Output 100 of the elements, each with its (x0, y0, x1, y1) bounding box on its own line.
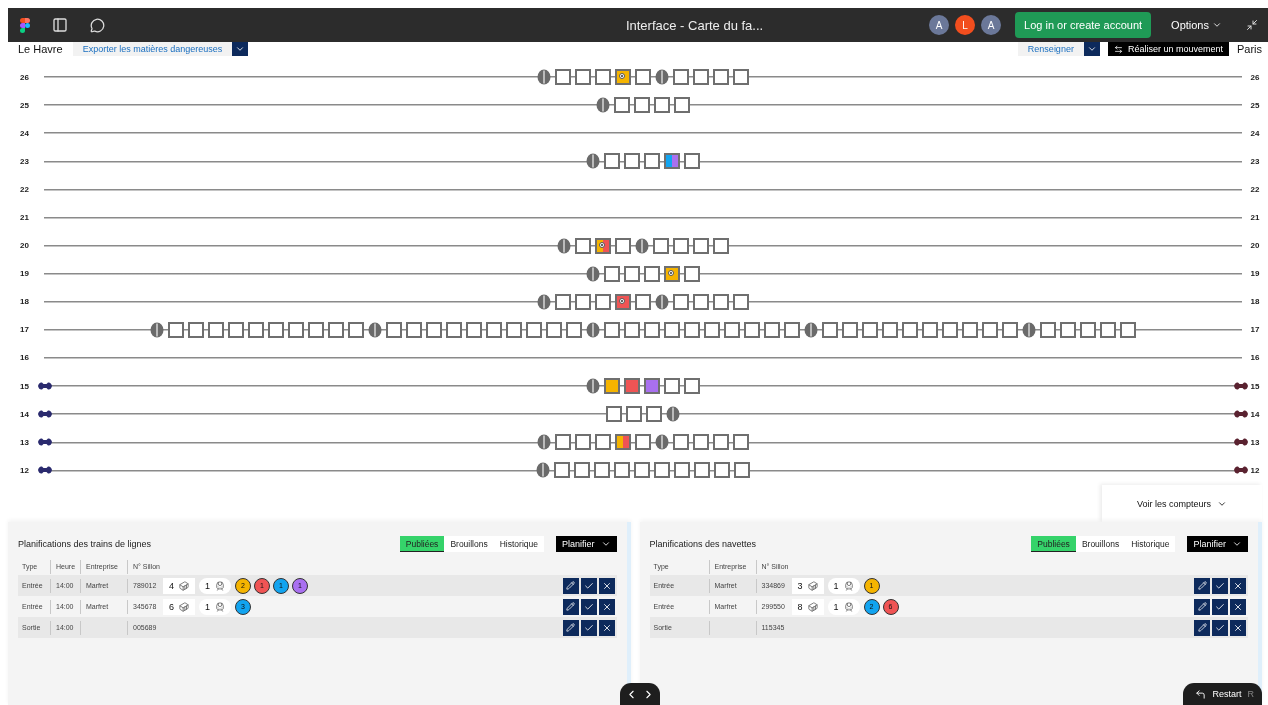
wagon[interactable] (733, 434, 749, 451)
wagon[interactable] (228, 321, 244, 338)
status-tab[interactable]: Publiées (399, 536, 445, 552)
wagon[interactable] (506, 321, 522, 338)
delete-button[interactable] (1230, 619, 1246, 636)
wagon[interactable] (606, 406, 622, 423)
user-avatar[interactable]: L (955, 15, 976, 35)
delete-button[interactable] (1230, 598, 1246, 615)
user-avatar[interactable]: A (929, 15, 950, 35)
logo[interactable] (20, 17, 30, 33)
wagon[interactable] (784, 321, 800, 338)
wagon[interactable] (328, 321, 344, 338)
wagon[interactable] (348, 321, 364, 338)
wagon[interactable] (982, 321, 998, 338)
edit-button[interactable] (562, 619, 579, 636)
wagon[interactable] (673, 237, 689, 254)
wagon[interactable] (595, 434, 611, 451)
wagon[interactable] (644, 153, 660, 170)
wagon[interactable] (555, 69, 571, 86)
wagon[interactable] (646, 406, 662, 423)
wagon[interactable] (1120, 321, 1136, 338)
wagon[interactable] (713, 293, 729, 310)
wagon[interactable] (962, 321, 978, 338)
wagon[interactable] (288, 321, 304, 338)
loaded-wagon[interactable] (595, 237, 611, 254)
wagon[interactable] (566, 321, 582, 338)
confirm-button[interactable] (580, 577, 597, 594)
wagon[interactable] (644, 265, 660, 282)
wagon[interactable] (614, 462, 630, 479)
status-tab[interactable]: Historique (493, 536, 544, 552)
wagon[interactable] (744, 321, 760, 338)
wagon[interactable] (486, 321, 502, 338)
wagon[interactable] (644, 321, 660, 338)
wagon[interactable] (634, 97, 650, 114)
wagon[interactable] (1040, 321, 1056, 338)
wagon[interactable] (1060, 321, 1076, 338)
wagon[interactable] (554, 462, 570, 479)
wagon[interactable] (704, 321, 720, 338)
wagon[interactable] (713, 237, 729, 254)
wagon[interactable] (624, 153, 640, 170)
wagon[interactable] (386, 321, 402, 338)
wagon[interactable] (654, 462, 670, 479)
wagon[interactable] (555, 293, 571, 310)
wagon[interactable] (822, 321, 838, 338)
wagon[interactable] (673, 434, 689, 451)
counters-toggle[interactable]: Voir les compteurs (1102, 485, 1262, 522)
status-tab[interactable]: Brouillons (444, 536, 494, 552)
edit-button[interactable] (562, 598, 579, 615)
wagon[interactable] (733, 293, 749, 310)
wagon[interactable] (526, 321, 542, 338)
dropdown-button[interactable] (232, 42, 249, 56)
wagon[interactable] (714, 462, 730, 479)
wagon[interactable] (664, 378, 680, 395)
wagon[interactable] (713, 434, 729, 451)
edit-button[interactable] (1194, 619, 1210, 636)
wagon[interactable] (446, 321, 462, 338)
wagon[interactable] (713, 69, 729, 86)
delete-button[interactable] (598, 598, 615, 615)
wagon[interactable] (684, 265, 700, 282)
confirm-button[interactable] (580, 598, 597, 615)
wagon[interactable] (1100, 321, 1116, 338)
wagon[interactable] (654, 97, 670, 114)
options-menu[interactable]: Options (1165, 18, 1228, 32)
user-avatar[interactable]: A (981, 15, 1002, 35)
wagon[interactable] (1080, 321, 1096, 338)
loaded-wagon[interactable] (615, 434, 631, 451)
wagon[interactable] (635, 293, 651, 310)
wagon[interactable] (882, 321, 898, 338)
move-button[interactable]: Réaliser un mouvement (1107, 42, 1229, 56)
wagon[interactable] (634, 462, 650, 479)
edit-button[interactable] (562, 577, 579, 594)
confirm-button[interactable] (580, 619, 597, 636)
wagon[interactable] (693, 237, 709, 254)
wagon[interactable] (595, 293, 611, 310)
wagon[interactable] (614, 97, 630, 114)
confirm-button[interactable] (1212, 577, 1228, 594)
wagon[interactable] (426, 321, 442, 338)
wagon[interactable] (626, 406, 642, 423)
wagon[interactable] (575, 69, 591, 86)
wagon[interactable] (604, 321, 620, 338)
wagon[interactable] (188, 321, 204, 338)
restart-button[interactable]: Restart R (1183, 683, 1262, 705)
edit-button[interactable] (1194, 598, 1210, 615)
edit-button[interactable] (1194, 577, 1210, 594)
comment-icon[interactable] (90, 17, 105, 33)
wagon[interactable] (664, 321, 680, 338)
wagon[interactable] (684, 321, 700, 338)
sidebar-icon[interactable] (52, 17, 68, 33)
wagon[interactable] (546, 321, 562, 338)
delete-button[interactable] (598, 619, 615, 636)
wagon[interactable] (942, 321, 958, 338)
delete-button[interactable] (598, 577, 615, 594)
wagon[interactable] (575, 434, 591, 451)
plan-dropdown[interactable]: Planifier (1187, 536, 1248, 552)
export-button[interactable]: Exporter les matières dangereuses (72, 42, 233, 56)
wagon[interactable] (693, 69, 709, 86)
wagon[interactable] (673, 293, 689, 310)
wagon[interactable] (604, 153, 620, 170)
delete-button[interactable] (1230, 577, 1246, 594)
wagon[interactable] (248, 321, 264, 338)
